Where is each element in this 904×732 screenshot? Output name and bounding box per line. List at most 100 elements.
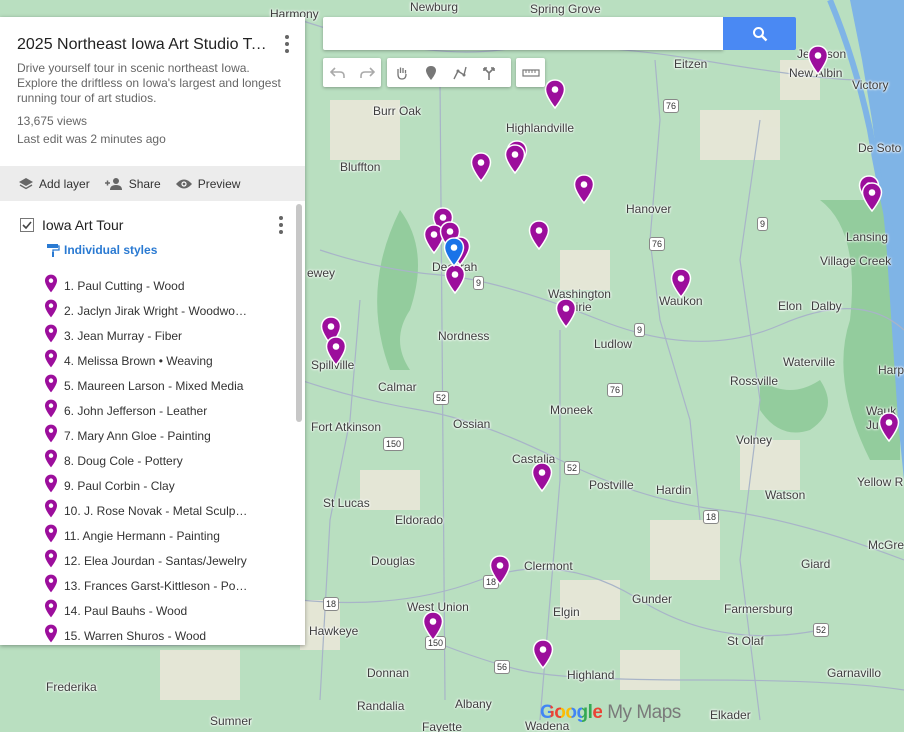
add-layer-button[interactable]: Add layer — [18, 177, 90, 191]
town-label: Highland — [567, 668, 615, 682]
town-label: Fort Atkinson — [311, 420, 382, 434]
selected-pin-marker[interactable] — [443, 237, 465, 268]
town-label: Moneek — [550, 403, 593, 417]
list-item-label: 2. Jaclyn Jirak Wright - Woodworking — [64, 303, 249, 318]
add-person-icon — [104, 177, 122, 190]
list-item[interactable]: 8. Doug Cole - Pottery — [44, 448, 294, 473]
town-label: Eldorado — [395, 513, 444, 527]
pin-marker[interactable] — [670, 268, 692, 299]
place-marker-icon — [44, 549, 58, 573]
preview-button[interactable]: Preview — [175, 177, 240, 191]
marker-icon[interactable] — [416, 58, 445, 87]
pin-marker[interactable] — [878, 412, 900, 443]
search-input[interactable] — [323, 17, 723, 50]
list-item[interactable]: 4. Melissa Brown • Weaving — [44, 348, 294, 373]
individual-styles-label: Individual styles — [64, 243, 158, 257]
pin-marker[interactable] — [528, 220, 550, 251]
town-label: Hanover — [626, 202, 672, 216]
town-label: Rossville — [730, 374, 779, 388]
highway-shield: 9 — [634, 323, 646, 337]
pin-marker[interactable] — [422, 611, 444, 642]
map-title[interactable]: 2025 Northeast Iowa Art Studio Tour — [17, 36, 272, 54]
ruler-icon[interactable] — [516, 58, 545, 87]
town-label: Clermont — [524, 559, 573, 573]
pin-marker[interactable] — [489, 555, 511, 586]
layer-items-list: 1. Paul Cutting - Wood 2. Jaclyn Jirak Wr… — [44, 273, 294, 645]
town-label: Hawkeye — [309, 624, 359, 638]
town-label: ewey — [307, 266, 336, 280]
measure-group — [516, 58, 545, 87]
search-button[interactable] — [723, 17, 796, 50]
list-item[interactable]: 10. J. Rose Novak - Metal Sculpture — [44, 498, 294, 523]
layer-header: Iowa Art Tour — [20, 217, 123, 233]
list-item[interactable]: 13. Frances Garst-Kittleson - Pottery — [44, 573, 294, 598]
list-item[interactable]: 6. John Jefferson - Leather — [44, 398, 294, 423]
pin-marker[interactable] — [504, 144, 526, 175]
undo-icon[interactable] — [323, 58, 352, 87]
place-marker-icon — [44, 574, 58, 598]
google-logo-text: Google — [540, 702, 603, 723]
checkmark-icon — [22, 221, 32, 229]
highway-shield: 9 — [757, 217, 769, 231]
directions-icon[interactable] — [474, 58, 503, 87]
place-marker-icon — [44, 449, 58, 473]
list-item[interactable]: 7. Mary Ann Gloe - Painting — [44, 423, 294, 448]
town-label: Spring Grove — [530, 2, 601, 16]
pin-marker[interactable] — [325, 336, 347, 367]
town-label: Village Creek — [820, 254, 892, 268]
town-label: St Lucas — [323, 496, 370, 510]
town-label: Elgin — [553, 605, 580, 619]
pin-marker[interactable] — [532, 639, 554, 670]
list-item[interactable]: 5. Maureen Larson - Mixed Media — [44, 373, 294, 398]
highway-shield: 18 — [703, 510, 720, 524]
highway-shield: 76 — [663, 99, 680, 113]
pin-marker[interactable] — [555, 298, 577, 329]
list-item[interactable]: 1. Paul Cutting - Wood — [44, 273, 294, 298]
highway-shield: 52 — [813, 623, 830, 637]
pin-marker[interactable] — [573, 174, 595, 205]
redo-icon[interactable] — [352, 58, 381, 87]
town-label: Fayette — [422, 720, 463, 732]
list-item-label: 10. J. Rose Novak - Metal Sculpture — [64, 503, 249, 518]
highway-shield: 52 — [433, 391, 450, 405]
town-label: Albany — [455, 697, 492, 711]
list-item[interactable]: 3. Jean Murray - Fiber — [44, 323, 294, 348]
town-label: Elkader — [710, 708, 751, 722]
town-label: Douglas — [371, 554, 416, 568]
pin-marker[interactable] — [544, 79, 566, 110]
town-label: Lansing — [846, 230, 889, 244]
pin-marker[interactable] — [470, 152, 492, 183]
list-item[interactable]: 11. Angie Hermann - Painting — [44, 523, 294, 548]
list-item[interactable]: 14. Paul Bauhs - Wood — [44, 598, 294, 623]
list-item[interactable]: 9. Paul Corbin - Clay — [44, 473, 294, 498]
town-label: Garnavillo — [827, 666, 882, 680]
list-item[interactable]: 12. Elea Jourdan - Santas/Jewelry — [44, 548, 294, 573]
highway-shield: 56 — [494, 660, 511, 674]
layer-name[interactable]: Iowa Art Tour — [42, 217, 123, 233]
town-label: St Olaf — [727, 634, 764, 648]
town-label: Waterville — [783, 355, 836, 369]
pin-marker[interactable] — [531, 462, 553, 493]
hand-icon[interactable] — [387, 58, 416, 87]
list-item[interactable]: 2. Jaclyn Jirak Wright - Woodworking — [44, 298, 294, 323]
layer-options-icon[interactable] — [271, 215, 291, 235]
individual-styles-link[interactable]: Individual styles — [46, 243, 157, 257]
share-button[interactable]: Share — [104, 177, 161, 191]
place-marker-icon — [44, 424, 58, 448]
layer-visibility-checkbox[interactable] — [20, 218, 34, 232]
place-marker-icon — [44, 599, 58, 623]
town-label: Burr Oak — [373, 104, 422, 118]
map-options-icon[interactable] — [277, 34, 297, 54]
pin-marker[interactable] — [861, 182, 883, 213]
eye-icon — [175, 179, 192, 188]
pin-marker[interactable] — [807, 45, 829, 76]
google-my-maps-logo: Google My Maps — [540, 702, 681, 724]
map-description[interactable]: Drive yourself tour in scenic northeast … — [17, 61, 289, 106]
pin-marker[interactable] — [444, 264, 466, 295]
highway-shield: 18 — [323, 597, 340, 611]
town-label: Nordness — [438, 329, 490, 343]
panel-scrollbar[interactable] — [296, 204, 302, 422]
draw-line-icon[interactable] — [445, 58, 474, 87]
list-item[interactable]: 15. Warren Shuros - Wood — [44, 623, 294, 645]
highway-shield: 9 — [473, 276, 485, 290]
